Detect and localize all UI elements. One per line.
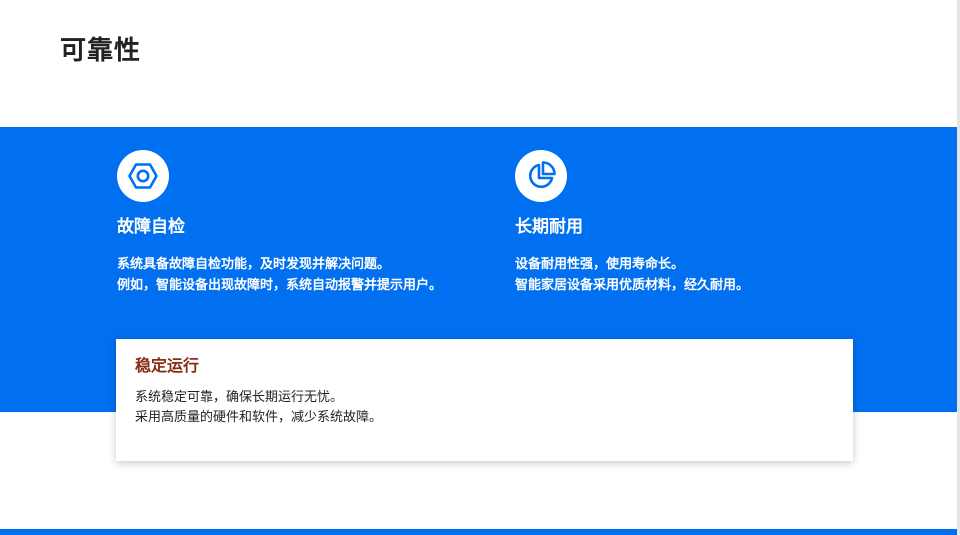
pie-chart-icon	[515, 150, 567, 202]
feature-description-line: 设备耐用性强，使用寿命长。	[515, 257, 685, 272]
stable-operation-card: 稳定运行 系统稳定可靠，确保长期运行无忧。 采用高质量的硬件和软件，减少系统故障…	[116, 339, 853, 461]
feature-description-line: 例如，智能设备出现故障时，系统自动报警并提示用户。	[117, 278, 443, 293]
feature-fault-self-check: 故障自检 系统具备故障自检功能，及时发现并解决问题。 例如，智能设备出现故障时，…	[117, 150, 457, 296]
bottom-accent-bar	[0, 529, 957, 535]
feature-long-term-durability: 长期耐用 设备耐用性强，使用寿命长。 智能家居设备采用优质材料，经久耐用。	[515, 150, 855, 296]
feature-title: 长期耐用	[515, 217, 583, 237]
card-description-line: 系统稳定可靠，确保长期运行无忧。	[135, 390, 344, 405]
hexagon-nut-icon-graphic	[128, 163, 158, 189]
pie-chart-icon-graphic	[528, 161, 556, 189]
hexagon-nut-icon	[117, 150, 169, 202]
card-title: 稳定运行	[135, 356, 200, 375]
feature-description-line: 智能家居设备采用优质材料，经久耐用。	[515, 278, 750, 293]
feature-title: 故障自检	[117, 217, 185, 237]
card-description: 系统稳定可靠，确保长期运行无忧。 采用高质量的硬件和软件，减少系统故障。	[135, 388, 382, 428]
card-description-line: 采用高质量的硬件和软件，减少系统故障。	[135, 410, 383, 425]
feature-description-line: 系统具备故障自检功能，及时发现并解决问题。	[117, 257, 391, 272]
feature-description: 设备耐用性强，使用寿命长。 智能家居设备采用优质材料，经久耐用。	[515, 254, 855, 296]
page-title: 可靠性	[60, 36, 142, 66]
feature-description: 系统具备故障自检功能，及时发现并解决问题。 例如，智能设备出现故障时，系统自动报…	[117, 254, 457, 296]
